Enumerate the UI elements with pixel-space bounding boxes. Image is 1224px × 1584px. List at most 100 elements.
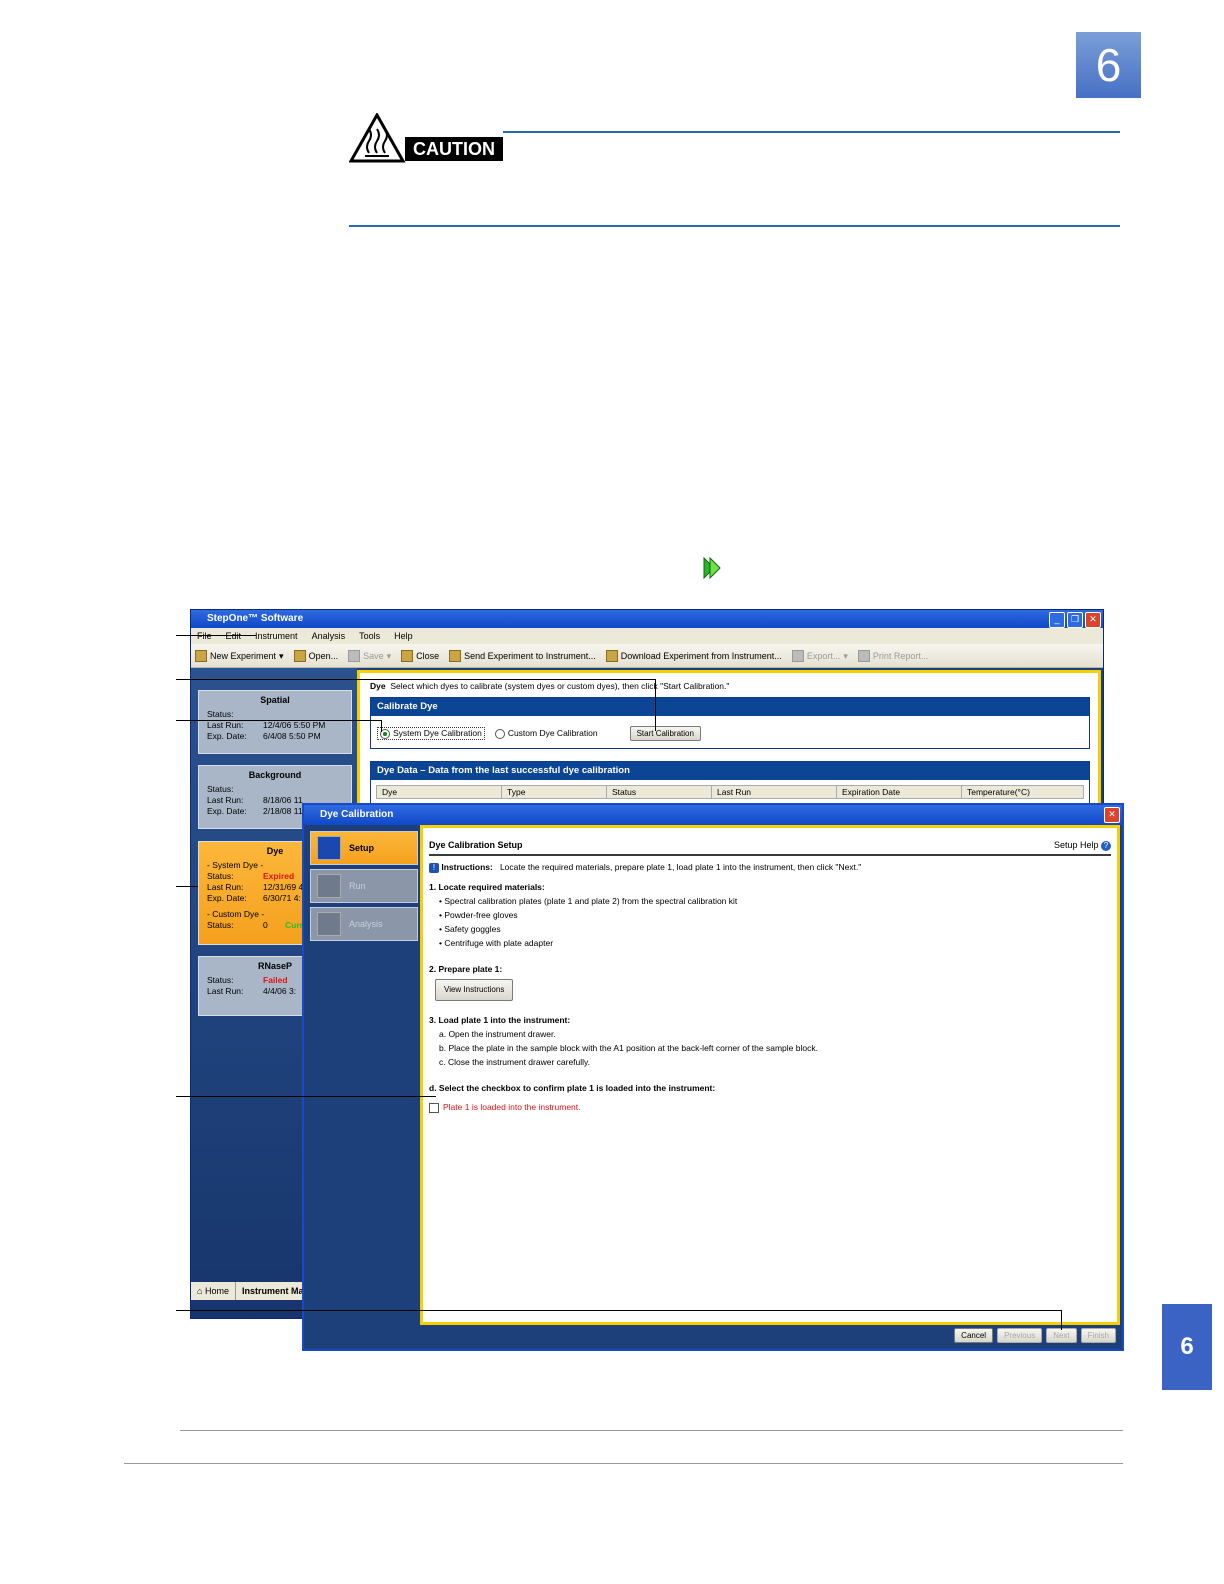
- close-button[interactable]: Close: [401, 644, 439, 667]
- last-run-value: 12/4/06 5:50 PM: [263, 720, 326, 730]
- exp-date-value: 6/30/71 4:: [263, 893, 301, 903]
- menu-tools[interactable]: Tools: [359, 628, 380, 644]
- status-value: [263, 709, 265, 720]
- open-button[interactable]: Open...: [293, 644, 338, 667]
- print-report-button[interactable]: Print Report...: [857, 644, 928, 667]
- chapter-number-tab: 6: [1076, 32, 1141, 98]
- list-item: • Spectral calibration plates (plate 1 a…: [439, 896, 738, 906]
- next-arrow-icon: [703, 557, 721, 579]
- list-item: a. Open the instrument drawer.: [439, 1029, 556, 1039]
- exp-date-label: Exp. Date:: [207, 806, 247, 816]
- wizard-steps: Setup Run Analysis: [310, 831, 418, 945]
- caution-banner: CAUTION: [349, 113, 503, 163]
- radio-empty-icon: [494, 728, 505, 739]
- status-value: Curr: [285, 920, 303, 930]
- status-label: Status:: [207, 920, 234, 930]
- new-experiment-button[interactable]: New Experiment ▾: [195, 644, 284, 667]
- exp-date-label: Exp. Date:: [207, 893, 247, 903]
- callout-line-system: [176, 720, 382, 721]
- new-experiment-icon: [195, 649, 207, 662]
- calibrate-dye-title: Calibrate Dye: [371, 698, 1089, 716]
- exp-date-label: Exp. Date:: [207, 731, 247, 741]
- status-label: Status:: [207, 871, 234, 881]
- analysis-step-icon: [317, 912, 341, 936]
- list-item: b. Place the plate in the sample block w…: [439, 1043, 818, 1053]
- callout-line-start: [176, 679, 656, 680]
- minimize-icon[interactable]: _: [1049, 612, 1065, 628]
- dialog-titlebar: Dye Calibration: [304, 805, 1122, 825]
- help-icon: ?: [1101, 841, 1111, 851]
- previous-button[interactable]: Previous: [997, 1328, 1043, 1343]
- caution-top-rule: [503, 131, 1120, 133]
- start-calibration-button[interactable]: Start Calibration: [629, 726, 701, 741]
- menu-instrument[interactable]: Instrument: [255, 628, 298, 644]
- finish-button[interactable]: Finish: [1080, 1328, 1116, 1343]
- status-value: Expired: [263, 871, 295, 881]
- send-experiment-button[interactable]: Send Experiment to Instrument...: [449, 644, 596, 667]
- main-toolbar: New Experiment ▾ Open... Save ▾ Close Se…: [191, 644, 1103, 668]
- setup-help-link[interactable]: Setup Help ?: [1054, 838, 1111, 852]
- menu-help[interactable]: Help: [394, 628, 413, 644]
- export-icon: [791, 649, 804, 662]
- step-analysis[interactable]: Analysis: [310, 907, 418, 941]
- card-title: Background: [248, 770, 302, 780]
- tab-instrument-maintenance[interactable]: Instrument Ma: [236, 1282, 311, 1300]
- menu-bar: File Edit Instrument Analysis Tools Help: [191, 628, 1103, 644]
- dye-data-title: Dye Data – Data from the last successful…: [371, 762, 1089, 780]
- menu-analysis[interactable]: Analysis: [312, 628, 346, 644]
- save-button[interactable]: Save ▾: [348, 644, 391, 667]
- home-icon: ⌂: [197, 1286, 203, 1296]
- status-label: Status:: [207, 709, 234, 719]
- close-dialog-icon[interactable]: ✕: [1104, 807, 1120, 823]
- dialog-instructions: ! Instructions: Locate the required mate…: [429, 860, 1111, 874]
- list-item: • Safety goggles: [439, 924, 501, 934]
- restore-icon[interactable]: ❐: [1067, 612, 1083, 628]
- spatial-card[interactable]: Spatial Status: Last Run: 12/4/06 5:50 PM…: [198, 690, 352, 754]
- col-expiration-date[interactable]: Expiration Date: [837, 786, 962, 798]
- status-value: [263, 784, 265, 795]
- col-type[interactable]: Type: [502, 786, 607, 798]
- checkbox-icon: [429, 1102, 439, 1113]
- list-item: • Powder-free gloves: [439, 910, 518, 920]
- view-instructions-button[interactable]: View Instructions: [435, 979, 514, 1001]
- col-status[interactable]: Status: [607, 786, 712, 798]
- last-run-value: 12/31/69 4: [263, 882, 304, 892]
- col-temperature[interactable]: Temperature(°C): [962, 786, 1076, 798]
- section-locate-materials: 1. Locate required materials:: [429, 882, 545, 892]
- list-item: c. Close the instrument drawer carefully…: [439, 1057, 591, 1067]
- run-step-icon: [317, 874, 341, 898]
- step-run[interactable]: Run: [310, 869, 418, 903]
- status-label: Status:: [207, 784, 234, 794]
- tab-home[interactable]: ⌂ Home: [191, 1282, 236, 1300]
- close-window-icon[interactable]: ✕: [1085, 612, 1101, 628]
- callout-line-next-v: [1061, 1310, 1062, 1330]
- custom-dye-radio[interactable]: Custom Dye Calibration: [494, 728, 598, 739]
- custom-dye-count: 0: [263, 920, 268, 930]
- card-title: Spatial: [260, 695, 290, 705]
- materials-list: • Spectral calibration plates (plate 1 a…: [429, 894, 1111, 950]
- step-setup[interactable]: Setup: [310, 831, 418, 865]
- menu-edit[interactable]: Edit: [226, 628, 242, 644]
- dialog-footer: Cancel Previous Next Finish: [954, 1328, 1116, 1343]
- col-last-run[interactable]: Last Run: [712, 786, 837, 798]
- system-dye-radio[interactable]: System Dye Calibration: [377, 727, 485, 740]
- export-button[interactable]: Export... ▾: [791, 644, 848, 667]
- dialog-setup-content: Dye Calibration Setup Setup Help ? ! Inst…: [420, 825, 1120, 1325]
- exp-date-value: 6/4/08 5:50 PM: [263, 731, 321, 741]
- download-experiment-button[interactable]: Download Experiment from Instrument...: [605, 644, 782, 667]
- menu-file[interactable]: File: [197, 628, 212, 644]
- col-dye[interactable]: Dye: [377, 786, 502, 798]
- callout-line-next: [176, 1310, 1062, 1311]
- last-run-value: 8/18/06 11: [263, 795, 303, 805]
- next-button[interactable]: Next: [1046, 1328, 1077, 1343]
- last-run-label: Last Run:: [207, 720, 244, 730]
- plate-loaded-checkbox[interactable]: Plate 1 is loaded into the instrument.: [429, 1100, 1111, 1114]
- close-folder-icon: [401, 649, 414, 662]
- cancel-button[interactable]: Cancel: [954, 1328, 994, 1343]
- last-run-label: Last Run:: [207, 795, 244, 805]
- download-icon: [605, 649, 618, 662]
- save-icon: [348, 649, 361, 662]
- hot-surface-icon: [349, 113, 406, 163]
- status-value: Failed: [263, 975, 288, 985]
- last-run-value: 4/4/06 3:: [263, 986, 297, 996]
